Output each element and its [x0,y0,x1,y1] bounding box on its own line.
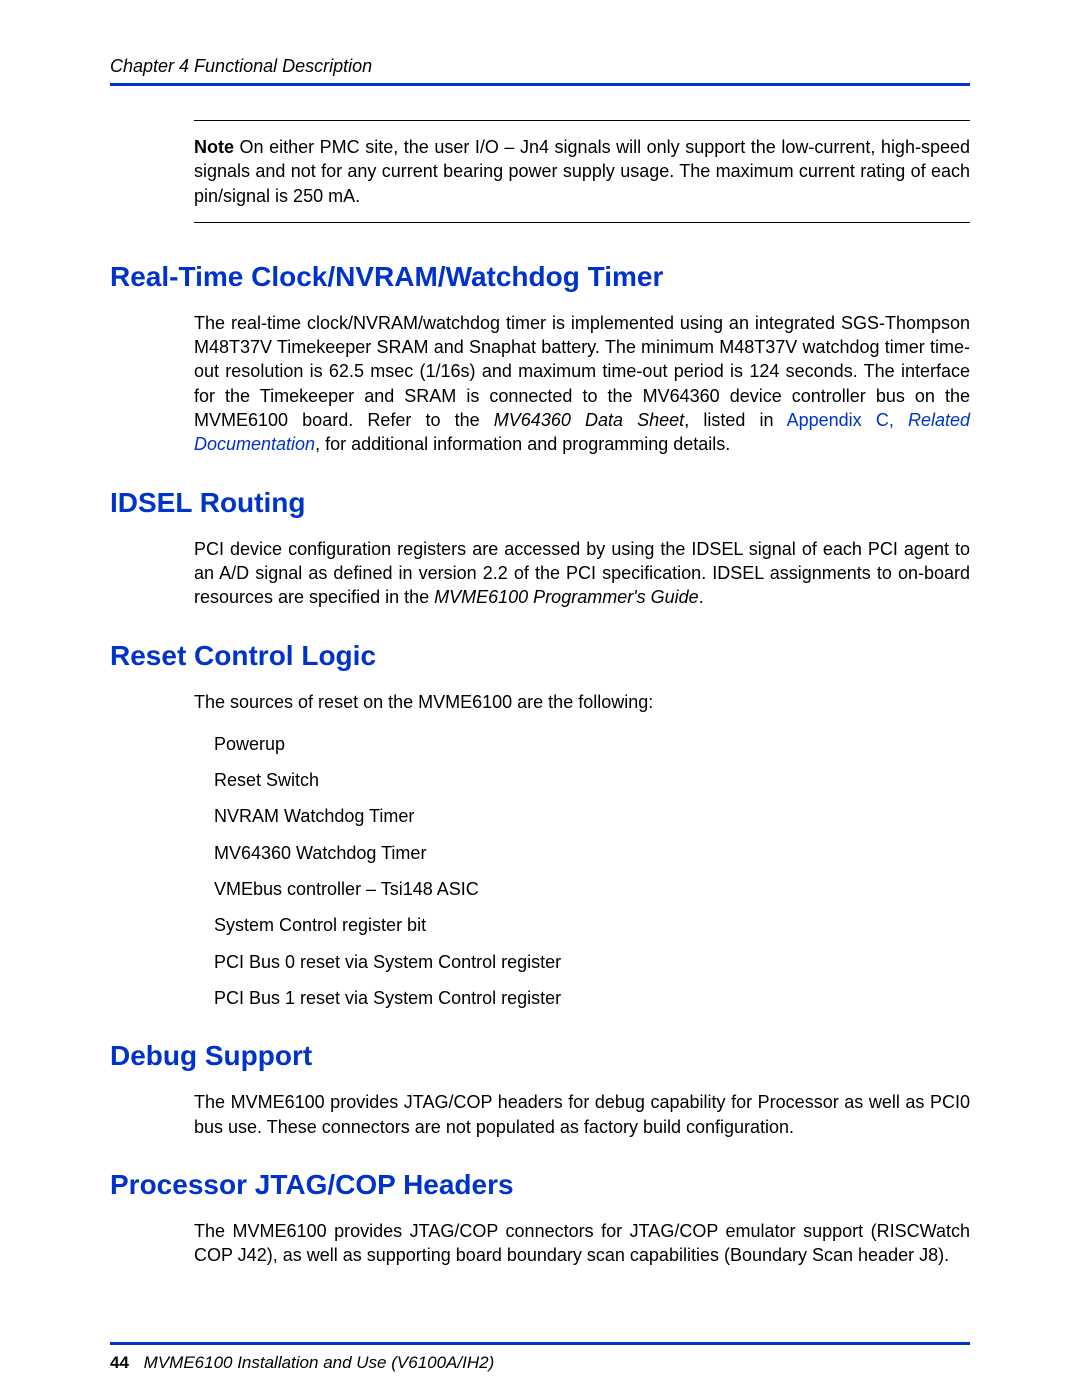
idsel-text-2: . [699,587,704,607]
heading-debug: Debug Support [110,1040,970,1072]
list-item: NVRAM Watchdog Timer [214,804,970,828]
body-idsel: PCI device configuration registers are a… [194,537,970,610]
list-item: PCI Bus 0 reset via System Control regis… [214,950,970,974]
note-label: Note [194,137,234,157]
chapter-label: Chapter 4 Functional Description [110,56,372,77]
page: Chapter 4 Functional Description Note On… [0,0,1080,1397]
rtc-text-2: , listed in [684,410,786,430]
rtc-link-appendix[interactable]: Appendix C, [787,410,908,430]
list-item: PCI Bus 1 reset via System Control regis… [214,986,970,1010]
heading-idsel: IDSEL Routing [110,487,970,519]
note-rule-top [194,120,970,121]
rtc-text-3: , for additional information and program… [315,434,730,454]
note-rule-bottom [194,222,970,223]
body-jtag: The MVME6100 provides JTAG/COP connector… [194,1219,970,1268]
footer-rule [110,1342,970,1345]
body-reset-intro: The sources of reset on the MVME6100 are… [194,690,970,714]
list-item: Powerup [214,732,970,756]
header-rule [110,83,970,86]
rtc-italic-1: MV64360 Data Sheet [494,410,684,430]
list-item: Reset Switch [214,768,970,792]
note-block: Note On either PMC site, the user I/O – … [194,135,970,208]
note-text: On either PMC site, the user I/O – Jn4 s… [194,137,970,206]
body-rtc: The real-time clock/NVRAM/watchdog timer… [194,311,970,457]
reset-list: Powerup Reset Switch NVRAM Watchdog Time… [214,732,970,1010]
heading-rtc: Real-Time Clock/NVRAM/Watchdog Timer [110,261,970,293]
list-item: MV64360 Watchdog Timer [214,841,970,865]
page-header: Chapter 4 Functional Description [110,56,970,77]
page-footer: 44 MVME6100 Installation and Use (V6100A… [110,1353,970,1373]
footer-title: MVME6100 Installation and Use (V6100A/IH… [144,1353,495,1372]
heading-reset: Reset Control Logic [110,640,970,672]
list-item: System Control register bit [214,913,970,937]
list-item: VMEbus controller – Tsi148 ASIC [214,877,970,901]
heading-jtag: Processor JTAG/COP Headers [110,1169,970,1201]
page-number: 44 [110,1353,129,1372]
body-debug: The MVME6100 provides JTAG/COP headers f… [194,1090,970,1139]
idsel-italic-1: MVME6100 Programmer's Guide [434,587,699,607]
